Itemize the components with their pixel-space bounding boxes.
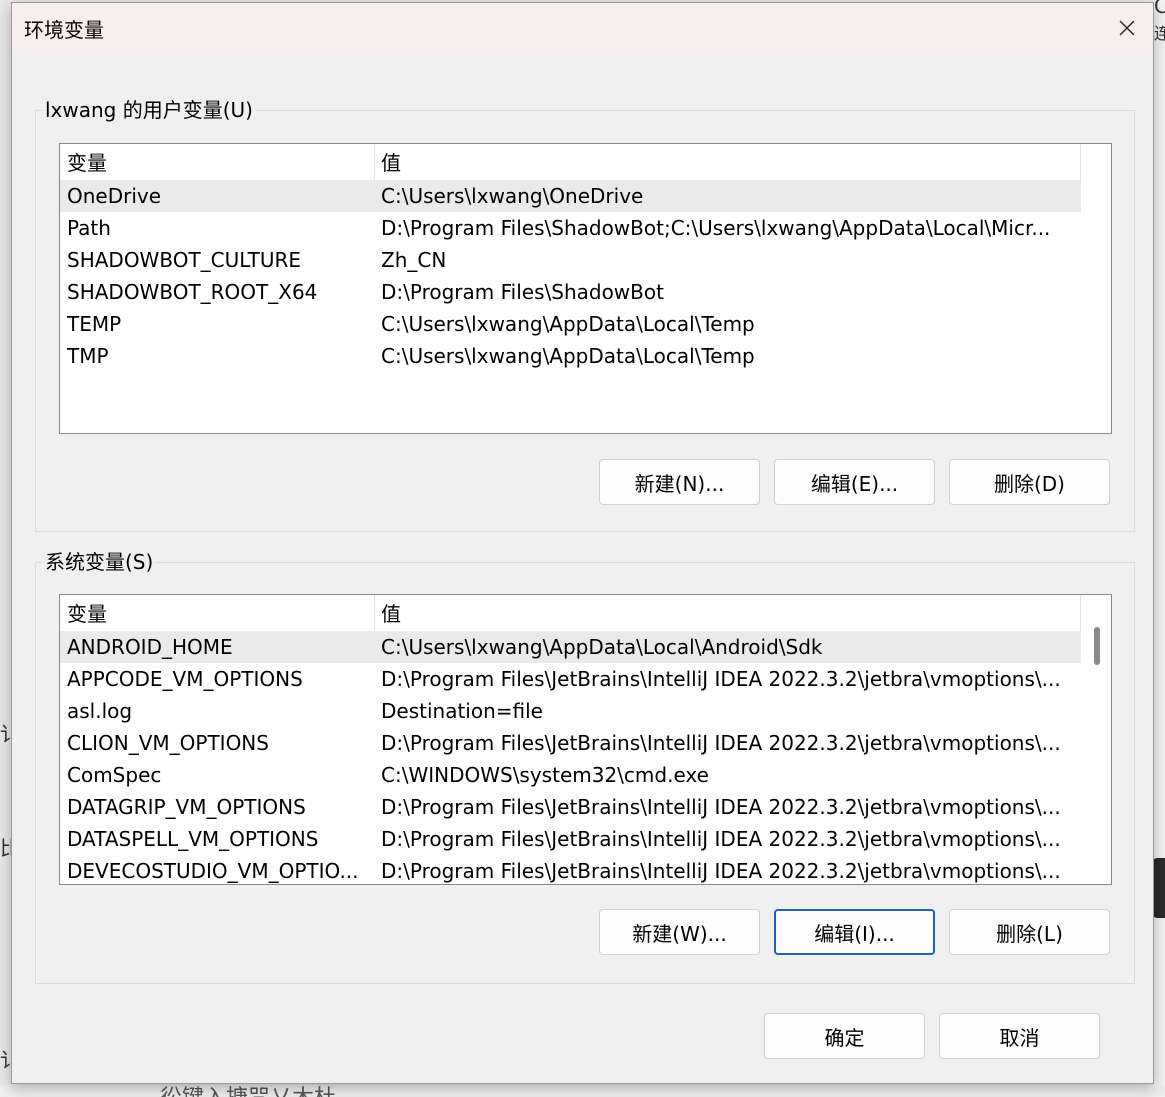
table-row[interactable]: DATAGRIP_VM_OPTIONS D:\Program Files\JetB… <box>60 791 1081 823</box>
system-variables-rows: ANDROID_HOME C:\Users\lxwang\AppData\Loca… <box>60 631 1081 884</box>
cancel-button[interactable]: 取消 <box>939 1013 1100 1059</box>
variable-value-cell: C:\Users\lxwang\AppData\Local\Temp <box>381 344 755 368</box>
system-delete-button[interactable]: 删除(L) <box>949 909 1110 955</box>
dialog-client-area: lxwang 的用户变量(U) 变量 值 OneDrive C:\Users\lx… <box>12 53 1153 1083</box>
variable-value-cell: Destination=file <box>381 699 543 723</box>
variable-value-cell: D:\Program Files\JetBrains\IntelliJ IDEA… <box>381 731 1061 755</box>
variable-name-cell: SHADOWBOT_ROOT_X64 <box>67 280 318 304</box>
column-header-variable[interactable]: 变量 <box>60 595 374 631</box>
user-variables-rows: OneDrive C:\Users\lxwang\OneDrive Path D:\P… <box>60 180 1081 372</box>
table-row[interactable]: TEMP C:\Users\lxwang\AppData\Local\Temp <box>60 308 1081 340</box>
list-header: 变量 值 <box>60 144 1081 180</box>
variable-value-cell: Zh_CN <box>381 248 447 272</box>
variable-name-cell: OneDrive <box>67 184 162 208</box>
list-header: 变量 值 <box>60 595 1081 631</box>
variable-value-cell: D:\Program Files\JetBrains\IntelliJ IDEA… <box>381 667 1061 691</box>
scrollbar-thumb[interactable] <box>1094 627 1100 665</box>
close-button[interactable] <box>1101 3 1153 53</box>
list-scroll-area <box>1081 144 1111 433</box>
variable-value-cell: D:\Program Files\ShadowBot <box>381 280 664 304</box>
dialog-title: 环境变量 <box>24 18 104 42</box>
table-row[interactable]: Path D:\Program Files\ShadowBot;C:\Users\… <box>60 212 1081 244</box>
user-variables-group: lxwang 的用户变量(U) 变量 值 OneDrive C:\Users\lx… <box>35 97 1135 532</box>
column-header-value[interactable]: 值 <box>374 595 1080 631</box>
variable-name-cell: TMP <box>67 344 109 368</box>
user-new-button[interactable]: 新建(N)... <box>599 459 760 505</box>
table-row[interactable]: DEVECOSTUDIO_VM_OPTIO... D:\Program Files… <box>60 855 1081 884</box>
system-variables-list[interactable]: 变量 值 ANDROID_HOME C:\Users\lxwang\AppData… <box>59 594 1112 885</box>
variable-name-cell: Path <box>67 216 111 240</box>
user-edit-button[interactable]: 编辑(E)... <box>774 459 935 505</box>
user-delete-button[interactable]: 删除(D) <box>949 459 1110 505</box>
table-row[interactable]: OneDrive C:\Users\lxwang\OneDrive <box>60 180 1081 212</box>
system-variables-group: 系统变量(S) 变量 值 ANDROID_HOME C:\Users\lxwang… <box>35 549 1135 984</box>
background-glyph: 连 <box>1154 24 1165 43</box>
table-row[interactable]: asl.log Destination=file <box>60 695 1081 727</box>
table-row[interactable]: APPCODE_VM_OPTIONS D:\Program Files\JetBr… <box>60 663 1081 695</box>
user-variables-legend: lxwang 的用户变量(U) <box>43 97 255 123</box>
variable-value-cell: D:\Program Files\JetBrains\IntelliJ IDEA… <box>381 795 1061 819</box>
variable-name-cell: DATAGRIP_VM_OPTIONS <box>67 795 306 819</box>
system-new-button[interactable]: 新建(W)... <box>599 909 760 955</box>
table-row[interactable]: CLION_VM_OPTIONS D:\Program Files\JetBrai… <box>60 727 1081 759</box>
table-row[interactable]: SHADOWBOT_CULTURE Zh_CN <box>60 244 1081 276</box>
variable-name-cell: DEVECOSTUDIO_VM_OPTIO... <box>67 859 359 883</box>
variable-name-cell: ComSpec <box>67 763 162 787</box>
variable-name-cell: CLION_VM_OPTIONS <box>67 731 269 755</box>
variable-name-cell: DATASPELL_VM_OPTIONS <box>67 827 319 851</box>
table-row[interactable]: ANDROID_HOME C:\Users\lxwang\AppData\Loca… <box>60 631 1081 663</box>
background-dark-tab <box>1153 858 1165 918</box>
column-header-value[interactable]: 值 <box>374 144 1080 180</box>
variable-name-cell: APPCODE_VM_OPTIONS <box>67 667 303 691</box>
system-variables-legend: 系统变量(S) <box>43 549 156 575</box>
title-bar[interactable]: 环境变量 <box>12 3 1153 53</box>
variable-value-cell: C:\Users\lxwang\OneDrive <box>381 184 644 208</box>
variable-value-cell: D:\Program Files\JetBrains\IntelliJ IDEA… <box>381 827 1061 851</box>
background-window-edge <box>1153 0 1165 1097</box>
variable-name-cell: SHADOWBOT_CULTURE <box>67 248 302 272</box>
background-glyph: C <box>1154 0 1165 18</box>
variable-name-cell: ANDROID_HOME <box>67 635 233 659</box>
table-row[interactable]: ComSpec C:\WINDOWS\system32\cmd.exe <box>60 759 1081 791</box>
table-row[interactable]: DATASPELL_VM_OPTIONS D:\Program Files\Jet… <box>60 823 1081 855</box>
column-header-variable[interactable]: 变量 <box>60 144 374 180</box>
variable-name-cell: TEMP <box>67 312 122 336</box>
table-row[interactable]: SHADOWBOT_ROOT_X64 D:\Program Files\Shado… <box>60 276 1081 308</box>
variable-name-cell: asl.log <box>67 699 133 723</box>
ok-button[interactable]: 确定 <box>764 1013 925 1059</box>
table-row[interactable]: TMP C:\Users\lxwang\AppData\Local\Temp <box>60 340 1081 372</box>
variable-value-cell: C:\Users\lxwang\AppData\Local\Android\Sd… <box>381 635 823 659</box>
variable-value-cell: C:\WINDOWS\system32\cmd.exe <box>381 763 709 787</box>
vertical-scrollbar[interactable] <box>1081 595 1111 884</box>
environment-variables-dialog: 环境变量 lxwang 的用户变量(U) 变量 值 OneDrive C:\Use… <box>11 2 1154 1084</box>
variable-value-cell: D:\Program Files\ShadowBot;C:\Users\lxwa… <box>381 216 1051 240</box>
close-icon <box>1119 20 1135 36</box>
user-variables-list[interactable]: 变量 值 OneDrive C:\Users\lxwang\OneDrive Pat… <box>59 143 1112 434</box>
variable-value-cell: C:\Users\lxwang\AppData\Local\Temp <box>381 312 755 336</box>
variable-value-cell: D:\Program Files\JetBrains\IntelliJ IDEA… <box>381 859 1061 883</box>
system-edit-button[interactable]: 编辑(I)... <box>774 909 935 955</box>
